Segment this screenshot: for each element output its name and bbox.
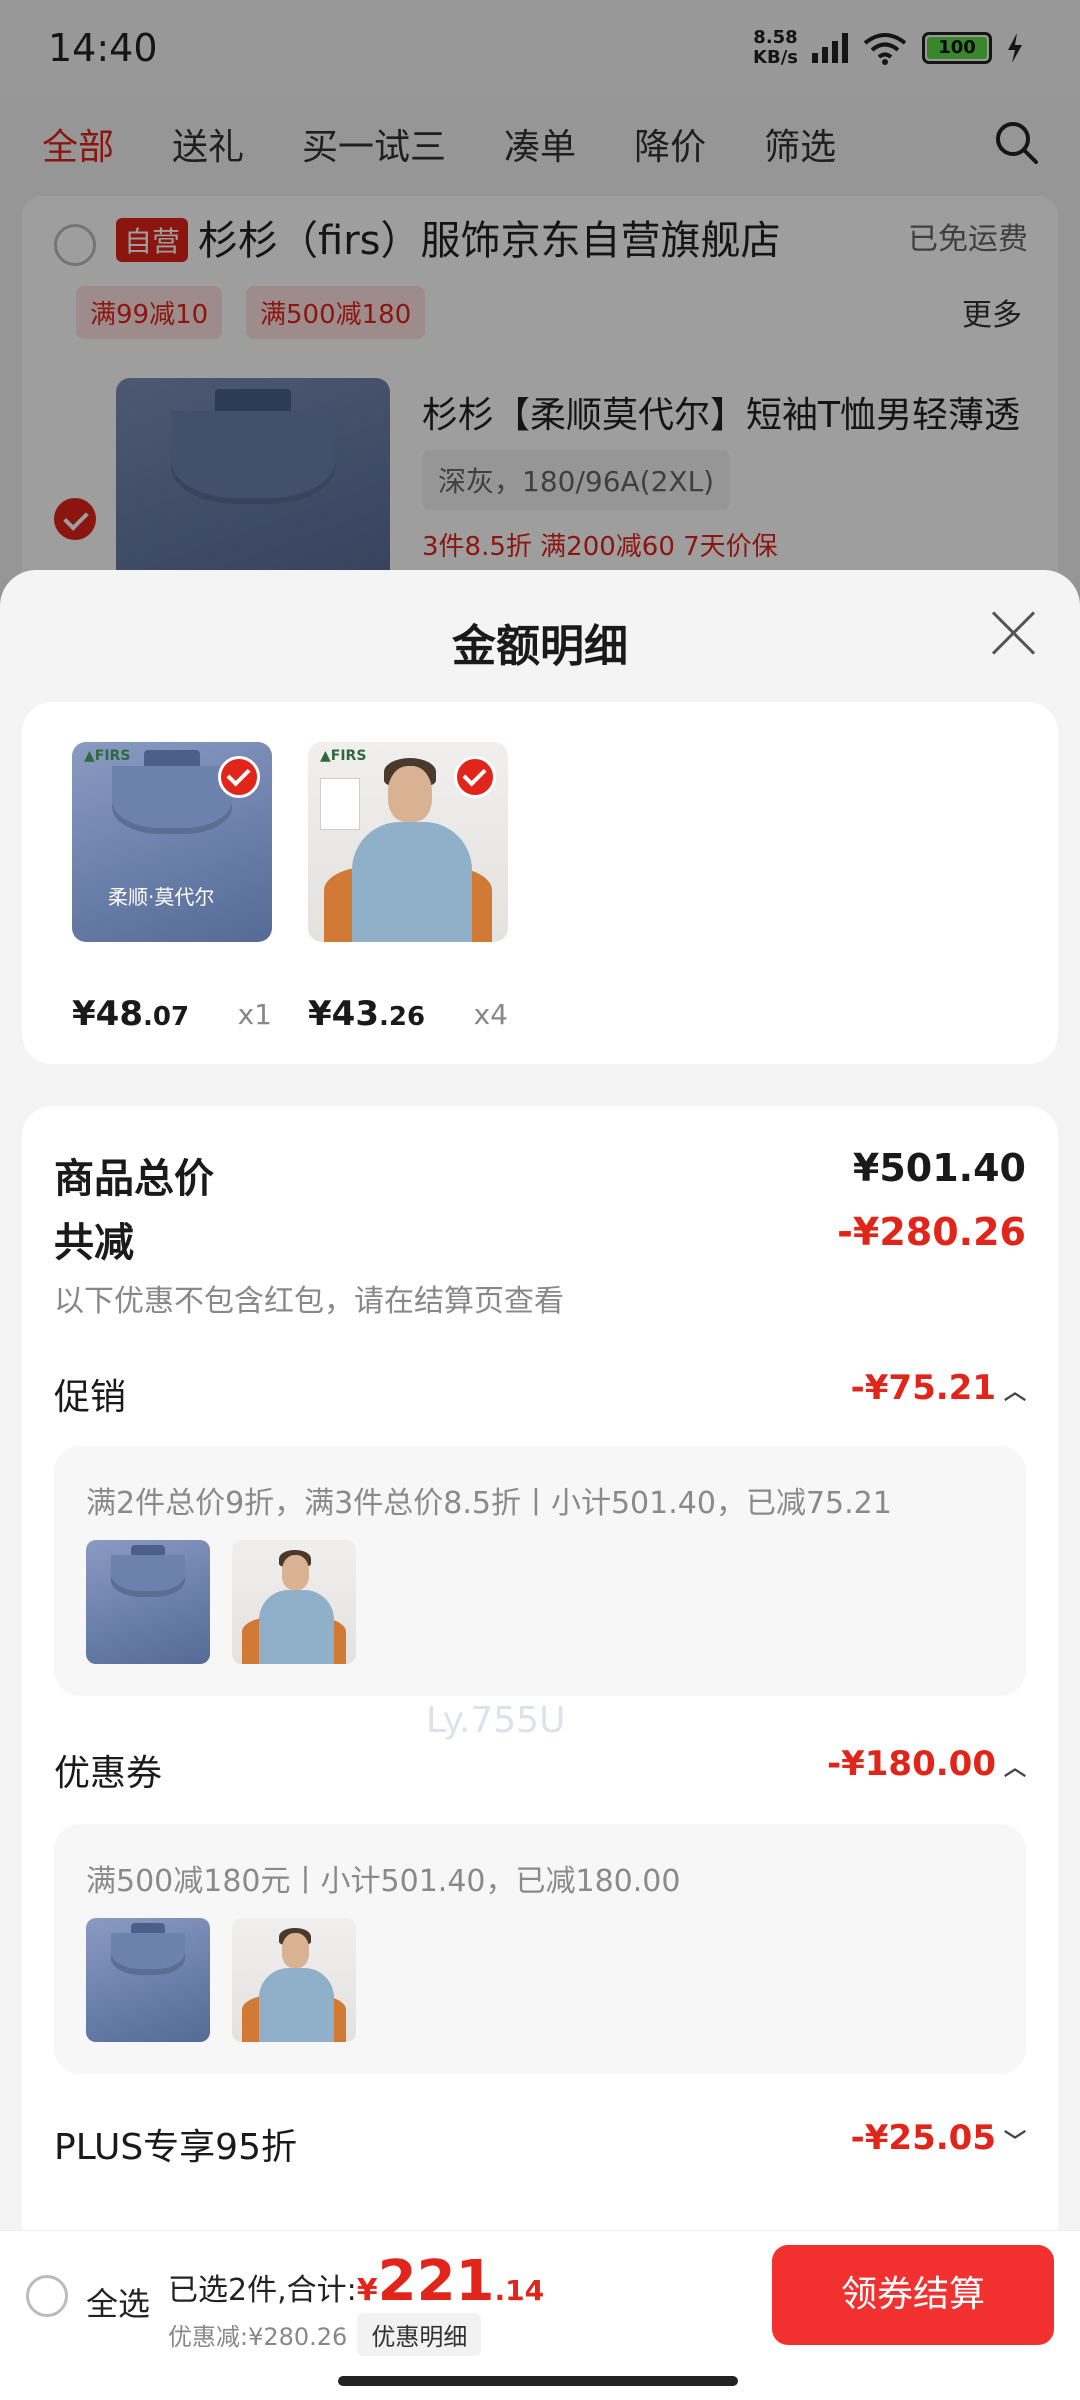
selected-item: ▲FIRS 柔顺·莫代尔 ¥48.07 x1 xyxy=(72,742,272,1034)
discount-detail-button[interactable]: 优惠明细 xyxy=(357,2313,482,2356)
plus-discount-row[interactable]: PLUS专享95折 -¥25.05 ﹀ xyxy=(54,2118,1026,2170)
promotion-detail-box: 满2件总价9折，满3件总价8.5折丨小计501.40，已减75.21 xyxy=(54,1446,1026,1696)
coupon-value: -¥180.00 ︿ xyxy=(827,1744,1026,1784)
item-quantity: x1 xyxy=(237,998,272,1031)
amount-detail-sheet: 金额明细 ▲FIRS 柔顺·莫代尔 ¥48.07 x1 ▲FIRS ¥43.26… xyxy=(0,570,1080,2230)
promotion-row[interactable]: 促销 -¥75.21 ︿ xyxy=(54,1368,1026,1420)
check-icon xyxy=(454,756,496,798)
home-indicator[interactable] xyxy=(338,2376,738,2386)
checkout-button[interactable]: 领券结算 xyxy=(772,2245,1054,2345)
item-image[interactable]: ▲FIRS xyxy=(308,742,508,942)
total-reduction-value: -¥280.26 xyxy=(837,1210,1026,1254)
item-price: ¥48.07 xyxy=(72,994,190,1034)
promotion-item-thumb xyxy=(86,1540,210,1664)
close-icon[interactable] xyxy=(990,608,1038,656)
coupon-item-thumb xyxy=(86,1918,210,2042)
item-image[interactable]: ▲FIRS 柔顺·莫代尔 xyxy=(72,742,272,942)
chevron-down-icon: ﹀ xyxy=(1003,2129,1026,2155)
discount-summary: 优惠减:¥280.26 优惠明细 xyxy=(168,2313,482,2356)
item-price: ¥43.26 xyxy=(308,994,426,1034)
selected-item: ▲FIRS ¥43.26 x4 xyxy=(308,742,508,1034)
check-icon xyxy=(218,756,260,798)
checkout-bar: 全选 已选2件,合计:¥221.14 优惠减:¥280.26 优惠明细 领券结算 xyxy=(0,2230,1080,2360)
price-breakdown-card: 商品总价 ¥501.40 共减 -¥280.26 以下优惠不包含红包，请在结算页… xyxy=(22,1106,1058,2230)
plus-discount-value: -¥25.05 ﹀ xyxy=(850,2118,1026,2158)
coupon-row[interactable]: 优惠券 -¥180.00 ︿ xyxy=(54,1744,1026,1796)
selected-items-card: ▲FIRS 柔顺·莫代尔 ¥48.07 x1 ▲FIRS ¥43.26 x4 xyxy=(22,702,1058,1064)
coupon-detail-box: 满500减180元丨小计501.40，已减180.00 xyxy=(54,1824,1026,2074)
promotion-item-thumb xyxy=(232,1540,356,1664)
reduction-note: 以下优惠不包含红包，请在结算页查看 xyxy=(54,1284,564,1319)
watermark: Ly.755U xyxy=(426,1700,566,1741)
chevron-up-icon: ︿ xyxy=(1003,1755,1026,1781)
select-all-radio[interactable] xyxy=(26,2275,68,2317)
promotion-value: -¥75.21 ︿ xyxy=(850,1368,1026,1408)
coupon-item-thumb xyxy=(232,1918,356,2042)
total-amount: ¥221.14 xyxy=(356,2249,545,2314)
total-price-row: 商品总价 ¥501.40 xyxy=(54,1146,1026,1204)
total-reduction-row: 共减 -¥280.26 以下优惠不包含红包，请在结算页查看 xyxy=(54,1210,1026,1320)
coupon-detail-text: 满500减180元丨小计501.40，已减180.00 xyxy=(86,1864,681,1899)
total-price-value: ¥501.40 xyxy=(852,1146,1026,1190)
selected-total: 已选2件,合计:¥221.14 xyxy=(168,2249,545,2314)
item-quantity: x4 xyxy=(473,998,508,1031)
select-all-label[interactable]: 全选 xyxy=(86,2279,150,2325)
promotion-detail-text: 满2件总价9折，满3件总价8.5折丨小计501.40，已减75.21 xyxy=(86,1486,892,1521)
sheet-title: 金额明细 xyxy=(452,621,628,672)
chevron-up-icon: ︿ xyxy=(1003,1379,1026,1405)
